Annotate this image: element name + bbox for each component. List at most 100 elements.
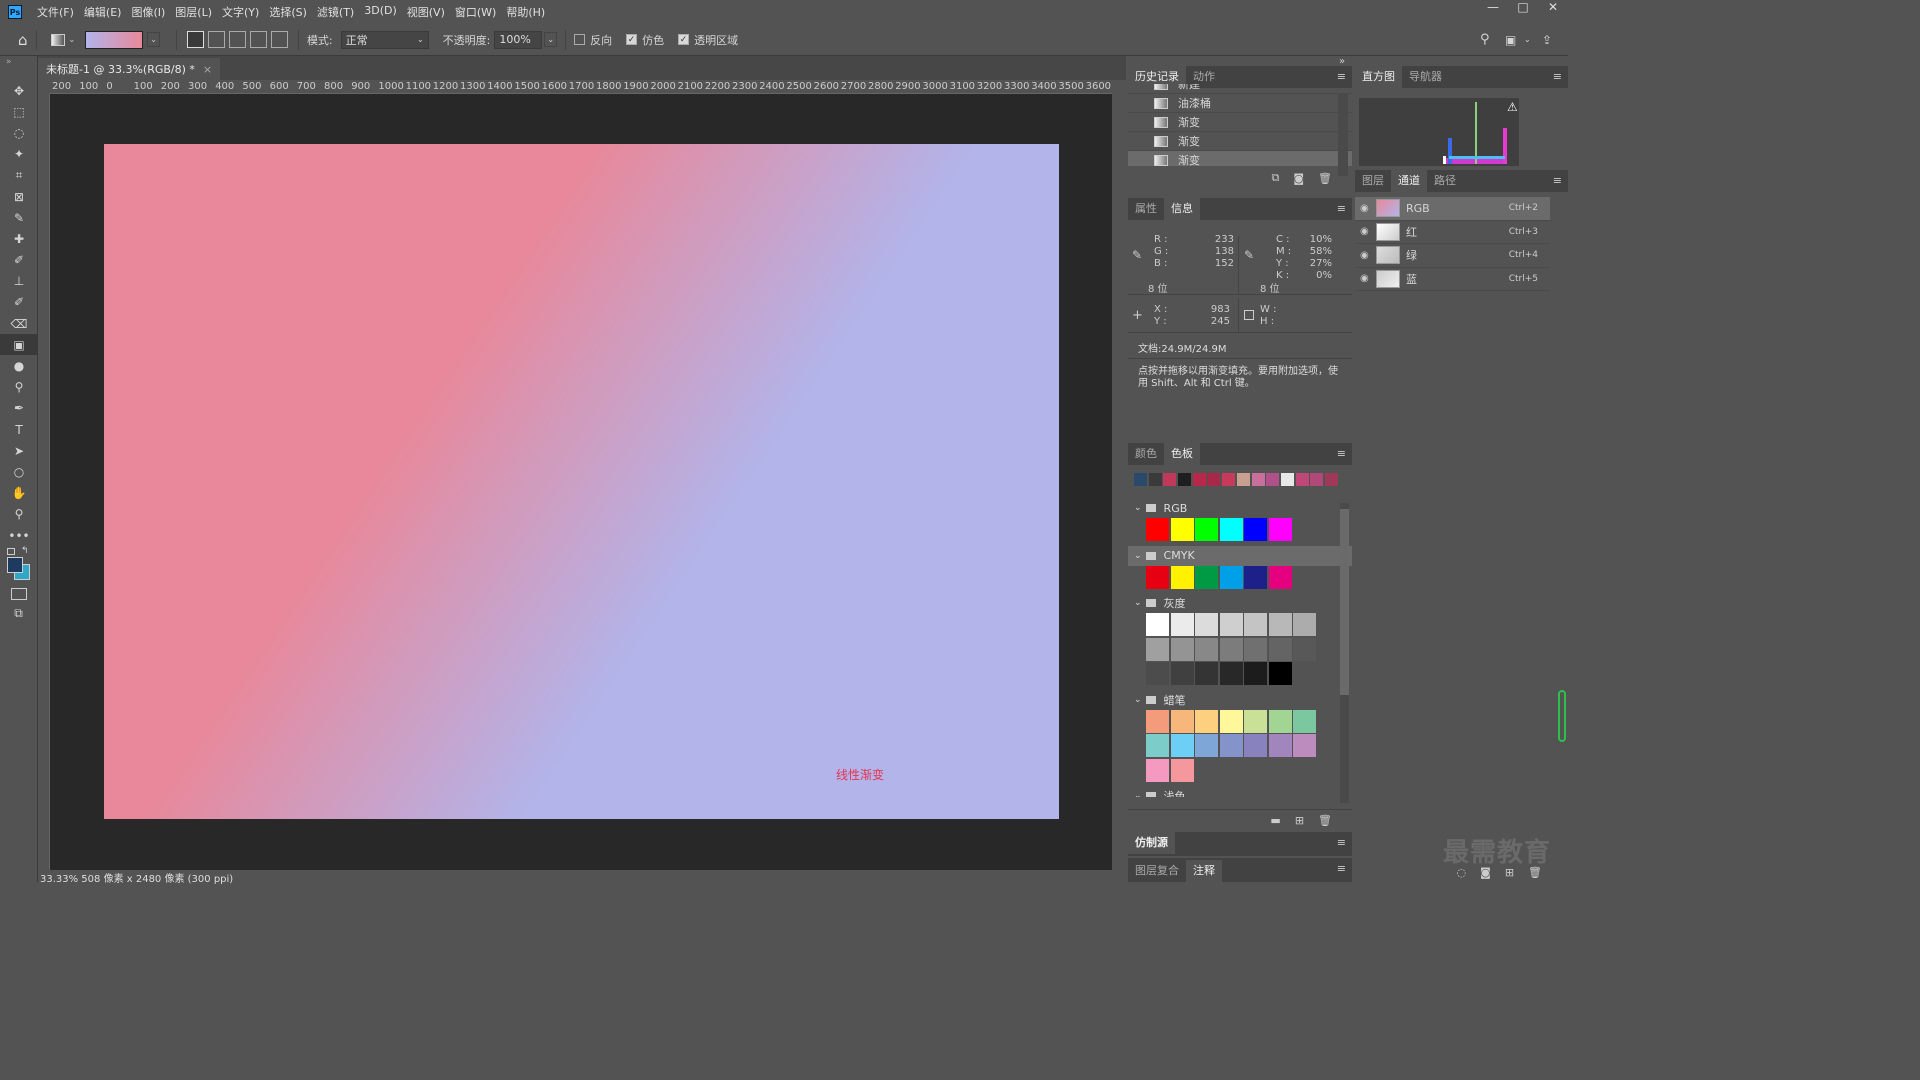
channel-row[interactable]: ◉ 绿 Ctrl+4 [1355, 244, 1550, 268]
chevron-down-icon[interactable]: ⌄ [1134, 695, 1142, 705]
chevron-down-icon[interactable]: ⌄ [1134, 598, 1142, 608]
tab-clone-source[interactable]: 仿制源 [1128, 832, 1175, 854]
swatch[interactable] [1170, 734, 1194, 757]
vertical-scrollbar[interactable] [1112, 80, 1126, 882]
swatch[interactable] [1268, 734, 1292, 757]
document-tab[interactable]: 未标题-1 @ 33.3%(RGB/8) * × [38, 58, 221, 80]
swatches-scrollbar[interactable] [1340, 503, 1349, 803]
menu-item[interactable]: 编辑(E) [79, 4, 127, 20]
swatch[interactable] [1170, 637, 1194, 661]
move-icon[interactable]: ✥ [0, 80, 38, 101]
gradient-icon[interactable]: ▣ [0, 334, 38, 356]
recent-swatch[interactable] [1192, 473, 1206, 486]
opacity-chevron-icon[interactable]: ⌄ [544, 32, 558, 47]
recent-swatch[interactable] [1310, 473, 1324, 486]
panel-menu-icon[interactable]: ≡ [1337, 862, 1346, 875]
swatch[interactable] [1170, 565, 1194, 589]
blur-icon[interactable]: ● [0, 355, 38, 376]
swatch[interactable] [1219, 662, 1243, 685]
recent-swatch[interactable] [1134, 473, 1147, 486]
channel-row[interactable]: ◉ RGB Ctrl+2 [1355, 197, 1550, 221]
swatch[interactable] [1293, 734, 1316, 757]
new-group-folder-icon[interactable]: ▬ [1270, 814, 1280, 827]
swatch[interactable] [1219, 637, 1243, 661]
diamond-gradient-icon[interactable] [270, 31, 288, 48]
close-button[interactable]: ✕ [1538, 0, 1568, 18]
swatch[interactable] [1195, 518, 1218, 541]
panel-menu-icon[interactable]: ≡ [1337, 70, 1346, 83]
collapse-icon[interactable]: » [0, 56, 37, 80]
swatch[interactable] [1195, 565, 1218, 589]
swatch[interactable] [1170, 613, 1194, 636]
swatch-group-header[interactable]: ⌄ 浅色 [1128, 786, 1352, 797]
crop-icon[interactable]: ⌗ [0, 165, 38, 186]
swatch[interactable] [1268, 709, 1292, 733]
more-icon[interactable]: ••• [0, 525, 38, 546]
hand-icon[interactable]: ✋ [0, 483, 38, 504]
recent-swatch[interactable] [1295, 473, 1309, 486]
swatch-group-header[interactable]: ⌄ RGB [1128, 498, 1352, 518]
swatch[interactable] [1244, 518, 1267, 541]
swatch[interactable] [1219, 734, 1243, 757]
panel-menu-icon[interactable]: ≡ [1553, 174, 1562, 187]
new-swatch-icon[interactable]: ⊞ [1295, 814, 1304, 827]
swatch[interactable] [1146, 758, 1169, 782]
reverse-checkbox[interactable] [574, 34, 586, 45]
tool-preset-icon[interactable] [50, 33, 65, 46]
close-tab-icon[interactable]: × [203, 63, 212, 76]
swatch[interactable] [1195, 613, 1218, 636]
share-icon[interactable]: ⇪ [1542, 33, 1552, 47]
channel-row[interactable]: ◉ 蓝 Ctrl+5 [1355, 268, 1550, 291]
menu-item[interactable]: 文字(Y) [217, 4, 264, 20]
chevron-down-icon[interactable]: ⌄ [1134, 551, 1142, 561]
history-item[interactable]: 渐变 [1128, 132, 1352, 151]
ellipse-icon[interactable]: ○ [0, 461, 38, 482]
trash-icon[interactable]: 🗑 [1318, 172, 1332, 185]
swatch[interactable] [1195, 662, 1218, 685]
marquee-icon[interactable]: ⬚ [0, 101, 38, 122]
tab-notes[interactable]: 注释 [1186, 860, 1222, 882]
menu-item[interactable]: 滤镜(T) [312, 4, 359, 20]
swatch[interactable] [1146, 662, 1169, 685]
eyedropper-icon[interactable]: ✎ [0, 207, 38, 228]
pen-icon[interactable]: ✒ [0, 398, 38, 419]
histogram-warning-icon[interactable]: ⚠ [1507, 100, 1518, 114]
stamp-icon[interactable]: ⊥ [0, 271, 38, 292]
swatch[interactable] [1244, 637, 1267, 661]
history-item[interactable]: 渐变 [1128, 151, 1352, 166]
healing-icon[interactable]: ✚ [0, 228, 38, 249]
swatch[interactable] [1244, 565, 1267, 589]
eye-icon[interactable]: ◉ [1360, 203, 1372, 214]
side-scroll-indicator[interactable] [1558, 690, 1566, 742]
magic-wand-icon[interactable]: ✦ [0, 144, 38, 165]
swatch[interactable] [1195, 637, 1218, 661]
quick-mask-icon[interactable] [11, 588, 27, 601]
recent-swatch[interactable] [1178, 473, 1192, 486]
tab-swatches[interactable]: 色板 [1164, 443, 1200, 465]
swatch[interactable] [1244, 709, 1267, 733]
recent-swatch[interactable] [1251, 473, 1265, 486]
swatch[interactable] [1146, 613, 1169, 636]
panel-menu-icon[interactable]: ≡ [1337, 202, 1346, 215]
workspace-chevron-icon[interactable]: ⌄ [1524, 35, 1531, 44]
swatch[interactable] [1170, 518, 1194, 541]
swatch[interactable] [1170, 709, 1194, 733]
screen-mode-icon[interactable]: ⧉ [0, 606, 37, 626]
tab-paths[interactable]: 路径 [1427, 170, 1463, 192]
menu-item[interactable]: 图层(L) [170, 4, 217, 20]
swatch[interactable] [1195, 734, 1218, 757]
tab-histogram[interactable]: 直方图 [1355, 66, 1402, 88]
menu-item[interactable]: 视图(V) [402, 4, 450, 20]
swatch[interactable] [1219, 565, 1243, 589]
swatch[interactable] [1219, 518, 1243, 541]
eraser-icon[interactable]: ⌫ [0, 313, 38, 334]
brush-icon[interactable]: ✐ [0, 250, 38, 271]
recent-swatch[interactable] [1280, 473, 1294, 486]
swatch[interactable] [1146, 565, 1169, 589]
history-item[interactable]: 渐变 [1128, 113, 1352, 132]
swatch[interactable] [1293, 709, 1316, 733]
default-colors-icon[interactable] [7, 548, 15, 556]
maximize-button[interactable]: □ [1508, 0, 1538, 18]
history-item[interactable]: 新建 [1128, 84, 1352, 94]
gradient-preview[interactable] [85, 30, 144, 49]
